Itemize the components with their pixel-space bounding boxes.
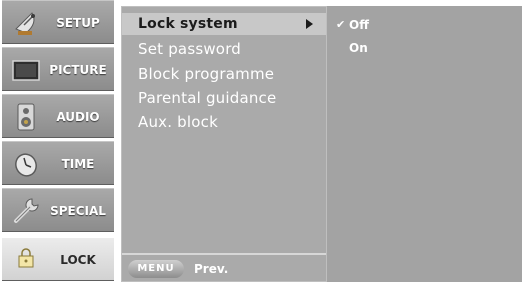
submenu-item-aux-block[interactable]: Aux. block xyxy=(138,111,218,133)
lock-icon xyxy=(18,248,34,268)
checkmark-icon: ✔ xyxy=(336,18,346,31)
sidebar-item-label: LOCK xyxy=(60,253,96,267)
option-on[interactable]: On xyxy=(349,40,368,56)
submenu-item-block-programme[interactable]: Block programme xyxy=(138,63,274,85)
sidebar-item-label: SPECIAL xyxy=(50,204,106,218)
tools-icon xyxy=(14,198,39,223)
option-off[interactable]: Off xyxy=(349,17,369,33)
submenu-item-set-password[interactable]: Set password xyxy=(138,38,241,60)
footer-divider xyxy=(122,253,326,255)
speaker-icon xyxy=(17,103,35,131)
sidebar-item-label: TIME xyxy=(61,157,95,171)
sidebar-item-special[interactable]: SPECIAL xyxy=(2,188,114,232)
satellite-dish-icon xyxy=(15,12,35,35)
sidebar-item-audio[interactable]: AUDIO xyxy=(2,94,114,138)
category-sidebar: SETUP PICTURE AUDIO TIME SPECIAL LOCK xyxy=(2,0,114,284)
prev-label: Prev. xyxy=(194,262,229,276)
tv-osd-menu: SETUP PICTURE AUDIO TIME SPECIAL LOCK Lo… xyxy=(0,0,522,284)
tv-screen-icon xyxy=(12,60,40,81)
options-panel: ✔ Off On xyxy=(327,6,522,282)
lock-submenu: Lock system Set password Block programme… xyxy=(121,6,327,282)
sidebar-item-lock[interactable]: LOCK xyxy=(2,237,114,281)
sidebar-item-label: SETUP xyxy=(56,16,100,30)
submenu-arrow-icon xyxy=(306,19,313,29)
sidebar-item-picture[interactable]: PICTURE xyxy=(2,47,114,91)
submenu-item-parental-guidance[interactable]: Parental guidance xyxy=(138,87,276,109)
menu-button[interactable]: MENU xyxy=(128,260,184,278)
sidebar-item-setup[interactable]: SETUP xyxy=(2,0,114,44)
sidebar-item-label: AUDIO xyxy=(56,110,100,124)
submenu-item-lock-system[interactable]: Lock system xyxy=(138,13,238,35)
sidebar-item-label: PICTURE xyxy=(49,63,107,77)
sidebar-item-time[interactable]: TIME xyxy=(2,141,114,185)
clock-icon xyxy=(15,153,37,177)
